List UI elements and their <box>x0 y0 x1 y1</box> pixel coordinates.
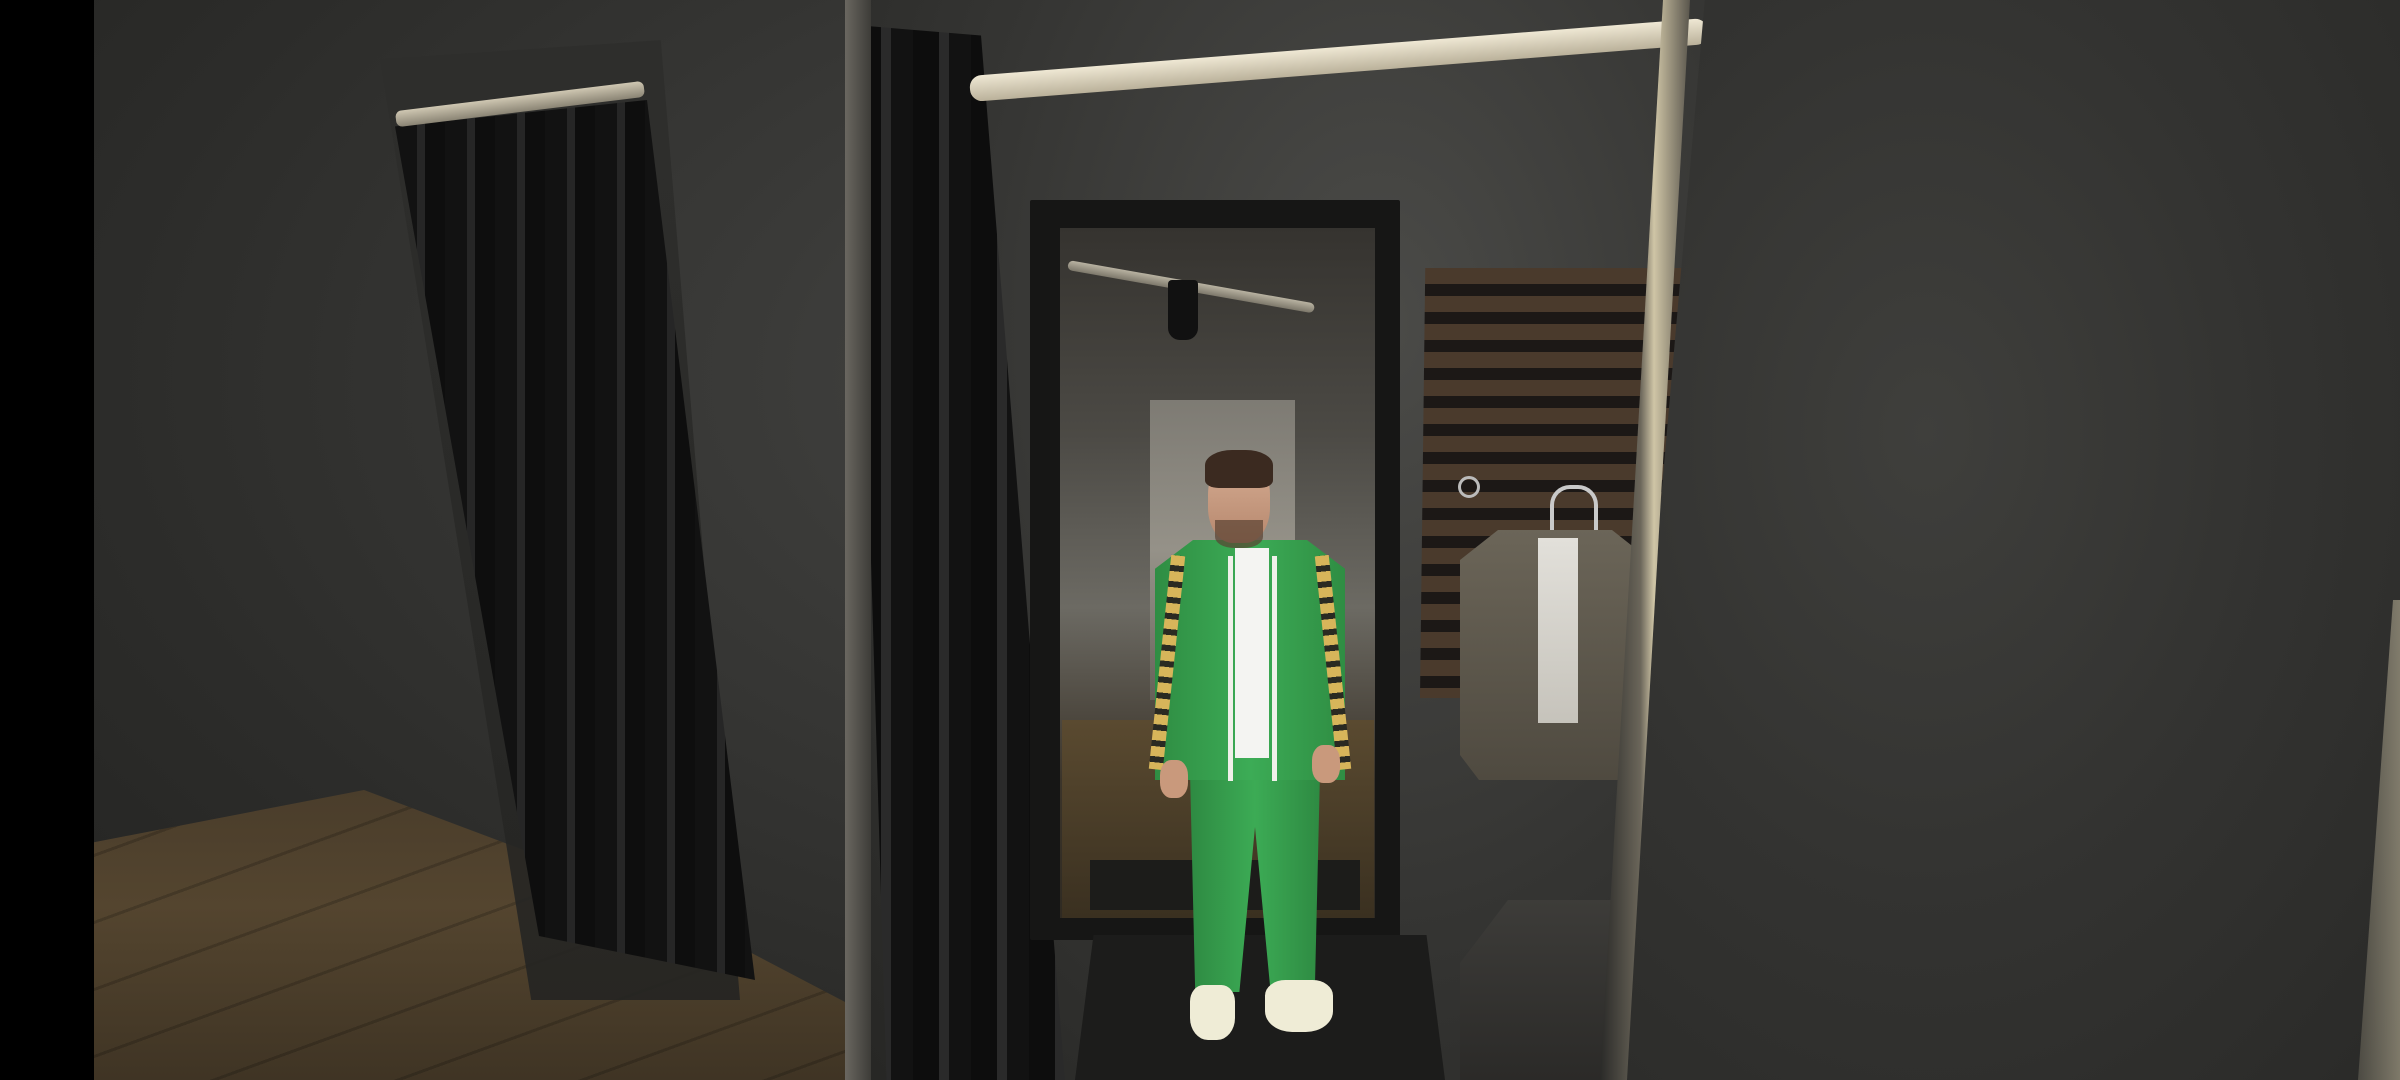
character-left-sneaker <box>1190 985 1235 1040</box>
fitting-room-scene <box>0 0 2400 1080</box>
wall-hook-icon <box>1458 476 1480 498</box>
character-hair <box>1205 450 1273 488</box>
character-beard <box>1215 520 1263 548</box>
jacket-zip-right <box>1272 556 1277 781</box>
character-white-shirt <box>1235 548 1269 758</box>
screen-cutout-bar <box>0 0 94 1080</box>
jacket-zip-left <box>1228 556 1233 781</box>
character-right-hand <box>1312 745 1340 783</box>
hanger-icon <box>1550 485 1598 534</box>
hanging-shirt <box>1538 538 1578 723</box>
character-left-hand <box>1160 760 1188 798</box>
character-right-sneaker <box>1265 980 1333 1032</box>
standing-platform <box>1075 935 1445 1080</box>
spotlight-lamp <box>1168 280 1198 340</box>
center-booth-frame <box>845 0 871 1080</box>
right-booth-wall <box>1610 0 2400 1080</box>
